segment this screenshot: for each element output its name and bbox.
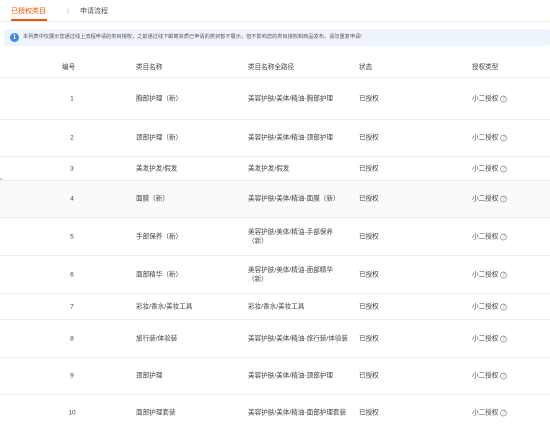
cell-status: 已授权 (359, 372, 379, 380)
cell-no: 5 (70, 233, 74, 240)
cell-status: 已授权 (359, 195, 379, 203)
question-circle-icon[interactable]: ? (500, 195, 508, 203)
auth-type-label: 小二授权 (472, 165, 499, 172)
cell-path: 美发护发/假发 (248, 165, 290, 172)
cell-auth-type: 小二授权? (472, 270, 550, 279)
cell-auth-type: 小二授权? (472, 334, 550, 343)
tab-apply-process[interactable]: 申请流程 (80, 7, 108, 16)
cell-path: 彩妆/香水/美妆工具 (248, 303, 305, 310)
auth-type-label: 小二授权 (472, 409, 499, 417)
column-header-status: 状态 (359, 64, 373, 71)
cell-no: 7 (70, 303, 74, 310)
column-header-auth-type: 授权类型 (472, 64, 499, 71)
cell-auth-type: 小二授权? (472, 372, 550, 381)
column-header-path: 类目名称全路径 (248, 64, 295, 71)
table-row: 8 旅行装/体验装 美容护肤/美体/精油-旅行装/体验装 已授权 小二授权? (0, 319, 550, 357)
table-row: 1 胸部护理（新） 美容护肤/美体/精油-胸部护理 已授权 小二授权? (0, 77, 550, 119)
column-header-no: 编号 (62, 64, 76, 71)
table-row: 3 美发护发/假发 美发护发/假发 已授权 小二授权? (0, 156, 550, 180)
table-row: 2 颈部护理（新） 美容护肤/美体/精油-颈部护理 已授权 小二授权? (0, 119, 550, 156)
cell-path: 美容护肤/美体/精油-颈部护理 (248, 134, 333, 142)
notice-text: 本列表中仅展示您通过线上流程申请的类目授权，之前通过线下邮寄资质已申请的类目暂不… (23, 34, 362, 40)
question-circle-icon[interactable]: ? (500, 271, 508, 278)
cell-name: 颈部护理 (136, 372, 163, 380)
cell-name: 美发护发/假发 (136, 165, 178, 172)
cell-no: 9 (70, 372, 74, 380)
cell-path: 美容护肤/美体/精油-旅行装/体验装 (248, 335, 349, 342)
cell-path: 美容护肤/美体/精油-手部保养（新） (248, 228, 333, 245)
cell-path: 美容护肤/美体/精油-面部护理套装 (248, 409, 347, 417)
auth-type-label: 小二授权 (472, 372, 499, 380)
tab-separator: | (67, 8, 69, 15)
cell-name: 颈部护理（新） (136, 134, 183, 142)
cell-path: 美容护肤/美体/精油-面部精华（新） (248, 266, 333, 283)
column-header-name: 类目名称 (136, 64, 163, 71)
question-circle-icon[interactable]: ? (500, 165, 508, 172)
active-tab-indicator (11, 19, 47, 21)
cell-name: 面部精华（新） (136, 271, 183, 278)
cell-name: 手部保养（新） (136, 233, 183, 240)
table-row: 10 面部护理套装 美容护肤/美体/精油-面部护理套装 已授权 小二授权? (0, 394, 550, 431)
table-header: 编号 类目名称 类目名称全路径 状态 授权类型 (0, 59, 550, 77)
auth-type-label: 小二授权 (472, 195, 499, 203)
cell-auth-type: 小二授权? (472, 164, 550, 173)
question-circle-icon[interactable]: ? (500, 303, 508, 310)
cell-status: 已授权 (359, 165, 379, 172)
auth-type-label: 小二授权 (472, 271, 499, 278)
tab-bar: 已授权类目 | 申请流程 (0, 0, 550, 22)
cell-name: 面部护理套装 (136, 409, 176, 417)
table-row: 4 面膜（新） 美容护肤/美体/精油-面膜（新） 已授权 小二授权? (0, 180, 550, 217)
cell-name: 面膜（新） (136, 195, 169, 203)
cell-no: 3 (70, 165, 74, 172)
cell-no: 6 (70, 271, 74, 278)
cell-status: 已授权 (359, 303, 379, 310)
question-circle-icon[interactable]: ? (500, 335, 508, 342)
cell-no: 1 (70, 95, 74, 102)
question-circle-icon[interactable]: ? (500, 233, 508, 240)
cell-auth-type: 小二授权? (472, 302, 550, 311)
cell-auth-type: 小二授权? (472, 134, 550, 143)
question-circle-icon[interactable]: ? (500, 409, 508, 417)
cell-no: 8 (70, 335, 74, 342)
cell-status: 已授权 (359, 271, 379, 278)
cell-name: 胸部护理（新） (136, 95, 183, 102)
auth-type-label: 小二授权 (472, 95, 499, 102)
question-circle-icon[interactable]: ? (500, 95, 508, 102)
table-row: 9 颈部护理 美容护肤/美体/精油-颈部护理 已授权 小二授权? (0, 357, 550, 394)
cell-no: 2 (70, 134, 74, 142)
auth-type-label: 小二授权 (472, 335, 499, 342)
cell-auth-type: 小二授权? (472, 232, 550, 241)
cell-path: 美容护肤/美体/精油-胸部护理 (248, 95, 333, 102)
cell-auth-type: 小二授权? (472, 409, 550, 418)
table-row: 5 手部保养（新） 美容护肤/美体/精油-手部保养（新） 已授权 小二授权? (0, 217, 550, 255)
cell-status: 已授权 (359, 134, 379, 142)
tab-authorized-categories[interactable]: 已授权类目 (11, 7, 46, 16)
cell-no: 10 (68, 409, 76, 417)
cell-auth-type: 小二授权? (472, 195, 550, 204)
table-row: 7 彩妆/香水/美妆工具 彩妆/香水/美妆工具 已授权 小二授权? (0, 293, 550, 319)
cell-status: 已授权 (359, 95, 379, 102)
question-circle-icon[interactable]: ? (500, 134, 508, 142)
info-icon: i (10, 33, 19, 42)
auth-type-label: 小二授权 (472, 233, 499, 240)
cell-name: 彩妆/香水/美妆工具 (136, 303, 193, 310)
cell-path: 美容护肤/美体/精油-面膜（新） (248, 195, 340, 203)
cell-name: 旅行装/体验装 (136, 335, 178, 342)
table-row: 6 面部精华（新） 美容护肤/美体/精油-面部精华（新） 已授权 小二授权? (0, 255, 550, 293)
notice-banner: i 本列表中仅展示您通过线上流程申请的类目授权，之前通过线下邮寄资质已申请的类目… (4, 29, 550, 46)
auth-type-label: 小二授权 (472, 134, 499, 142)
cell-auth-type: 小二授权? (472, 94, 550, 103)
cell-status: 已授权 (359, 233, 379, 240)
cell-status: 已授权 (359, 409, 379, 417)
auth-type-label: 小二授权 (472, 303, 499, 310)
cell-path: 美容护肤/美体/精油-颈部护理 (248, 372, 333, 380)
cell-status: 已授权 (359, 335, 379, 342)
question-circle-icon[interactable]: ? (500, 372, 508, 380)
cell-no: 4 (70, 195, 74, 203)
